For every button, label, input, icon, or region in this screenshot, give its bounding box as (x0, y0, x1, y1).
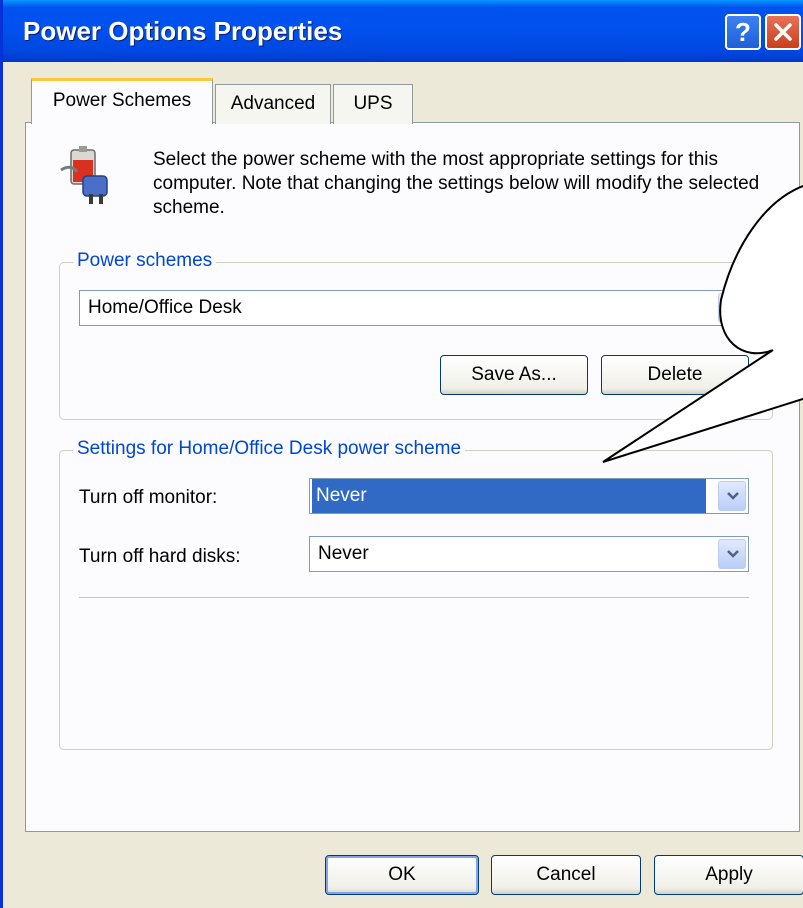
help-button[interactable]: ? (725, 14, 761, 50)
window-title: Power Options Properties (23, 16, 343, 46)
power-plug-battery-icon (60, 146, 108, 204)
turn-off-monitor-value: Never (312, 479, 706, 513)
tab-advanced[interactable]: Advanced (215, 84, 331, 124)
close-icon (774, 23, 792, 41)
dropdown-button[interactable] (718, 481, 746, 511)
tab-power-schemes[interactable]: Power Schemes (31, 78, 213, 124)
ok-button[interactable]: OK (325, 855, 479, 895)
chevron-down-icon (727, 492, 739, 500)
turn-off-hard-disks-select[interactable]: Never (309, 536, 749, 572)
separator (79, 597, 749, 599)
turn-off-hard-disks-value: Never (318, 543, 369, 564)
title-bar[interactable]: Power Options Properties ? (3, 0, 803, 62)
power-scheme-value: Home/Office Desk (88, 297, 242, 318)
power-schemes-group-label: Power schemes (73, 250, 217, 272)
settings-group-label: Settings for Home/Office Desk power sche… (73, 438, 466, 460)
chevron-down-icon (727, 304, 739, 312)
cancel-button[interactable]: Cancel (491, 855, 641, 895)
dropdown-button[interactable] (718, 293, 746, 323)
dropdown-button[interactable] (718, 539, 746, 569)
turn-off-hard-disks-label: Turn off hard disks: (79, 546, 241, 567)
delete-button[interactable]: Delete (601, 355, 749, 395)
save-as-button[interactable]: Save As... (440, 355, 588, 395)
description-text: Select the power scheme with the most ap… (153, 149, 760, 218)
close-button[interactable] (765, 14, 801, 50)
help-icon: ? (735, 17, 751, 47)
apply-button[interactable]: Apply (654, 855, 803, 895)
turn-off-monitor-label: Turn off monitor: (79, 487, 218, 508)
power-scheme-select[interactable]: Home/Office Desk (79, 290, 749, 326)
power-schemes-group (59, 262, 773, 420)
tab-ups[interactable]: UPS (333, 84, 413, 124)
chevron-down-icon (727, 550, 739, 558)
turn-off-monitor-select[interactable]: Never (309, 478, 749, 514)
dialog-window: Power Options Properties ? Power Schemes… (0, 0, 803, 908)
